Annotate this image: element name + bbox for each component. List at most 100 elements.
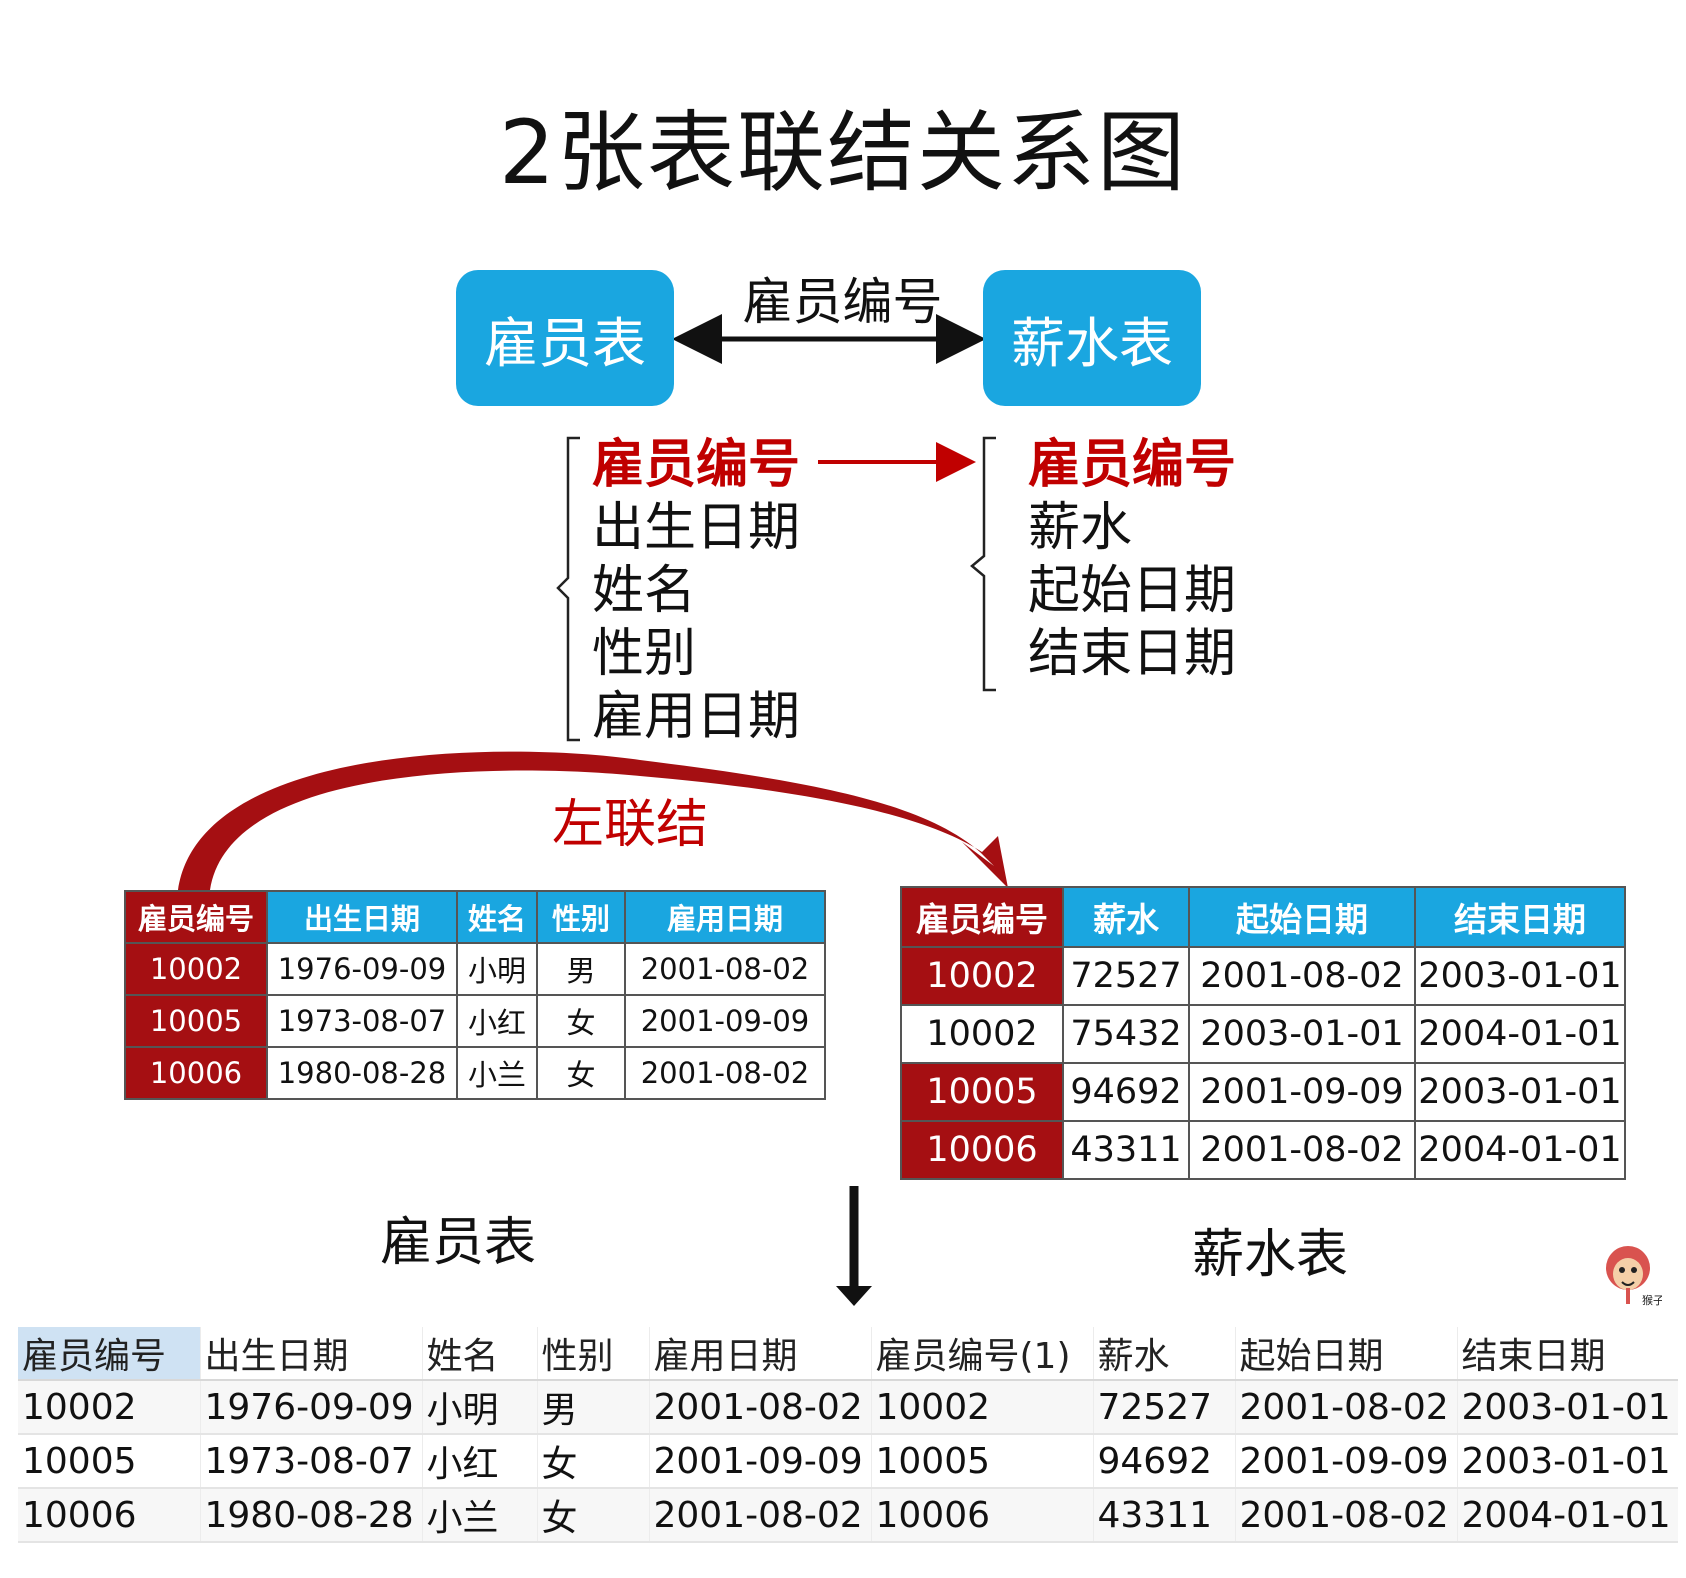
link-label: 雇员编号 [742,273,943,331]
table-cell[interactable]: 男 [536,1380,649,1435]
table-header: 雇员编号 [124,890,268,944]
table-cell: 2001-08-02 [624,942,826,996]
table-cell: 10002 [900,946,1064,1006]
result-header[interactable]: 雇员编号(1) [870,1327,1093,1381]
salary-field: 结束日期 [1028,624,1237,684]
table-cell[interactable]: 小兰 [421,1488,537,1543]
result-header[interactable]: 结束日期 [1456,1327,1678,1381]
table-cell: 2001-08-02 [1188,1120,1416,1180]
table-header: 结束日期 [1414,886,1626,948]
table-row: 10006 1980-08-28 小兰 女 2001-08-02 [124,1046,826,1100]
table-cell: 2003-01-01 [1414,946,1626,1006]
table-cell: 43311 [1062,1120,1190,1180]
table-cell[interactable]: 43311 [1092,1488,1235,1543]
table-cell[interactable]: 小红 [421,1434,537,1489]
table-header: 雇用日期 [624,890,826,944]
table-cell: 男 [536,942,626,996]
table-cell: 2001-08-02 [624,1046,826,1100]
table-cell[interactable]: 2001-08-02 [1234,1488,1457,1543]
table-cell: 75432 [1062,1004,1190,1064]
table-cell[interactable]: 2001-08-02 [1234,1380,1457,1435]
table-cell: 94692 [1062,1062,1190,1122]
salary-field-list: 雇员编号 薪水 起始日期 结束日期 [1028,434,1236,686]
table-cell: 小明 [456,942,538,996]
employee-table-box: 雇员表 [456,270,674,406]
table-cell: 2001-08-02 [1188,946,1416,1006]
salary-table: 雇员编号 薪水 起始日期 结束日期 10002 72527 2001-08-02… [900,886,1626,1180]
table-header: 薪水 [1062,886,1190,948]
table-cell[interactable]: 2001-09-09 [648,1434,871,1489]
table-row[interactable]: 10005 1973-08-07 小红 女 2001-09-09 10005 9… [18,1434,1678,1489]
table-cell[interactable]: 72527 [1092,1380,1235,1435]
table-row: 10002 72527 2001-08-02 2003-01-01 [900,946,1626,1006]
table-cell: 女 [536,1046,626,1100]
table-header: 出生日期 [266,890,458,944]
result-header[interactable]: 雇用日期 [648,1327,871,1381]
right-brace [970,436,996,692]
table-cell: 1980-08-28 [266,1046,458,1100]
table-cell[interactable]: 10006 [18,1488,200,1543]
table-cell: 72527 [1062,946,1190,1006]
table-cell: 10006 [900,1120,1064,1180]
employee-table-caption: 雇员表 [380,1213,537,1273]
table-cell[interactable]: 10006 [870,1488,1093,1543]
table-cell[interactable]: 2001-09-09 [1234,1434,1457,1489]
employee-field: 性别 [592,624,697,684]
table-cell: 2001-09-09 [1188,1062,1416,1122]
salary-field: 起始日期 [1028,561,1237,621]
table-cell[interactable]: 10002 [870,1380,1093,1435]
table-header: 雇员编号 [900,886,1064,948]
employee-field: 雇用日期 [592,687,801,747]
table-cell[interactable]: 94692 [1092,1434,1235,1489]
table-cell[interactable]: 2003-01-01 [1456,1380,1678,1435]
salary-field: 雇员编号 [1028,435,1237,495]
down-arrow-head [836,1286,872,1306]
salary-table-caption: 薪水表 [1192,1225,1349,1285]
result-header[interactable]: 雇员编号 [18,1327,200,1381]
result-header[interactable]: 起始日期 [1234,1327,1457,1381]
table-cell[interactable]: 女 [536,1488,649,1543]
monkey-logo-icon: 猴子 [1606,1246,1662,1307]
table-cell: 小红 [456,994,538,1048]
table-cell[interactable]: 1976-09-09 [199,1380,422,1435]
employee-field: 出生日期 [592,498,801,558]
table-cell[interactable]: 2003-01-01 [1456,1434,1678,1489]
salary-table-box: 薪水表 [983,270,1201,406]
left-brace [556,436,580,742]
table-cell[interactable]: 2001-08-02 [648,1380,871,1435]
table-cell[interactable]: 10002 [18,1380,200,1435]
result-header[interactable]: 薪水 [1092,1327,1235,1381]
result-header[interactable]: 出生日期 [199,1327,422,1381]
table-header: 性别 [536,890,626,944]
table-cell: 1973-08-07 [266,994,458,1048]
table-cell[interactable]: 女 [536,1434,649,1489]
table-row: 10005 94692 2001-09-09 2003-01-01 [900,1062,1626,1122]
table-row: 10002 75432 2003-01-01 2004-01-01 [900,1004,1626,1064]
table-cell: 女 [536,994,626,1048]
table-cell: 10002 [900,1004,1064,1064]
table-cell[interactable]: 2001-08-02 [648,1488,871,1543]
employee-table: 雇员编号 出生日期 姓名 性别 雇用日期 10002 1976-09-09 小明… [124,890,826,1100]
table-header-row: 雇员编号 出生日期 姓名 性别 雇用日期 [124,890,826,944]
table-cell[interactable]: 2004-01-01 [1456,1488,1678,1543]
table-cell[interactable]: 1973-08-07 [199,1434,422,1489]
table-header: 起始日期 [1188,886,1416,948]
table-row[interactable]: 10006 1980-08-28 小兰 女 2001-08-02 10006 4… [18,1488,1678,1543]
table-row: 10005 1973-08-07 小红 女 2001-09-09 [124,994,826,1048]
table-cell[interactable]: 小明 [421,1380,537,1435]
result-table: 雇员编号 出生日期 姓名 性别 雇用日期 雇员编号(1) 薪水 起始日期 结束日… [18,1327,1678,1543]
result-header[interactable]: 性别 [536,1327,649,1381]
table-cell: 1976-09-09 [266,942,458,996]
table-cell: 10005 [124,994,268,1048]
join-label: 左联结 [552,795,709,855]
table-row[interactable]: 10002 1976-09-09 小明 男 2001-08-02 10002 7… [18,1380,1678,1435]
table-cell[interactable]: 10005 [18,1434,200,1489]
table-cell[interactable]: 1980-08-28 [199,1488,422,1543]
table-cell[interactable]: 10005 [870,1434,1093,1489]
table-cell: 2001-09-09 [624,994,826,1048]
table-row: 10006 43311 2001-08-02 2004-01-01 [900,1120,1626,1180]
result-header[interactable]: 姓名 [421,1327,537,1381]
table-header-row: 雇员编号 薪水 起始日期 结束日期 [900,886,1626,948]
table-cell: 10006 [124,1046,268,1100]
table-cell: 小兰 [456,1046,538,1100]
